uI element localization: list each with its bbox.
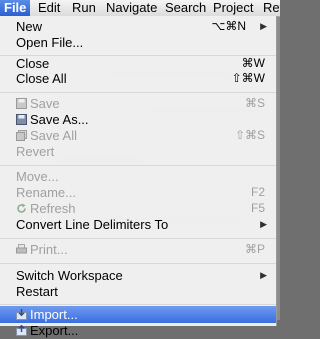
menu-item-close-all[interactable]: Close All ⇧⌘W xyxy=(0,70,276,87)
menu-item-convert-line-delimiters[interactable]: Convert Line Delimiters To ▶ xyxy=(0,216,276,233)
menu-item-switch-workspace[interactable]: Switch Workspace ▶ xyxy=(0,267,276,284)
menu-item-label: Switch Workspace xyxy=(16,268,123,283)
menu-item-label: Save xyxy=(30,96,60,111)
menu-item-export[interactable]: Export... xyxy=(0,322,276,339)
menu-item-save-as[interactable]: Save As... xyxy=(0,111,276,128)
menu-item-save-all[interactable]: Save All ⇧⌘S xyxy=(0,127,276,144)
menu-item-label: Refresh xyxy=(30,201,76,216)
menu-item-new[interactable]: New ⌥⌘N ▶ xyxy=(0,18,276,35)
menu-item-label: Restart xyxy=(16,284,58,299)
menu-item-label: Move... xyxy=(16,169,59,184)
menu-project[interactable]: Project xyxy=(213,0,253,16)
menu-item-move[interactable]: Move... xyxy=(0,168,276,185)
floppy-disks-icon xyxy=(16,130,27,141)
menu-separator xyxy=(0,165,276,166)
menu-separator xyxy=(0,304,276,305)
file-menu-dropdown: New ⌥⌘N ▶ Open File... Close ⌘W Close Al… xyxy=(0,16,277,338)
menu-file[interactable]: File xyxy=(0,0,31,16)
floppy-disk-icon xyxy=(16,114,27,125)
menu-item-label: Revert xyxy=(16,144,55,159)
refresh-icon xyxy=(17,203,26,213)
menu-item-revert[interactable]: Revert xyxy=(0,143,276,160)
menu-search[interactable]: Search xyxy=(165,0,206,16)
menu-item-shortcut: ⌘S xyxy=(244,96,265,110)
menu-item-shortcut: ⌥⌘N xyxy=(211,19,247,33)
menu-edit[interactable]: Edit xyxy=(38,0,60,16)
menu-refactor[interactable]: Ref xyxy=(263,0,280,16)
menu-item-refresh[interactable]: Refresh F5 xyxy=(0,200,276,217)
menu-item-label: Save All xyxy=(30,128,77,143)
menu-item-label: Print... xyxy=(30,242,68,257)
menu-item-shortcut: F2 xyxy=(250,185,265,199)
menu-item-shortcut: F5 xyxy=(250,201,265,215)
menu-item-shortcut: ⌘P xyxy=(244,242,265,256)
menu-separator xyxy=(0,92,276,93)
menu-item-import[interactable]: Import... xyxy=(0,306,276,323)
menu-bar: File Edit Run Navigate Search Project Re… xyxy=(0,0,280,17)
menu-item-label: Save As... xyxy=(30,112,89,127)
menu-item-print[interactable]: Print... ⌘P xyxy=(0,241,276,258)
printer-icon xyxy=(16,244,27,254)
menu-item-label: New xyxy=(16,19,43,34)
triangle-right-icon: ▶ xyxy=(260,21,267,31)
menu-navigate[interactable]: Navigate xyxy=(106,0,157,16)
menu-item-label: Convert Line Delimiters To xyxy=(16,217,169,232)
triangle-right-icon: ▶ xyxy=(260,219,267,229)
triangle-right-icon: ▶ xyxy=(260,270,267,280)
export-icon xyxy=(16,325,27,336)
menu-separator xyxy=(0,263,276,264)
menu-item-label: Import... xyxy=(30,307,78,322)
menu-separator xyxy=(0,238,276,239)
menu-item-label: Close All xyxy=(16,71,67,86)
import-icon xyxy=(16,309,27,320)
menu-item-rename[interactable]: Rename... F2 xyxy=(0,184,276,201)
menu-item-save[interactable]: Save ⌘S xyxy=(0,95,276,112)
menu-item-label: Rename... xyxy=(16,185,76,200)
menu-run[interactable]: Run xyxy=(72,0,96,16)
menu-item-shortcut: ⇧⌘S xyxy=(234,128,265,142)
menu-item-shortcut: ⇧⌘W xyxy=(231,71,265,85)
menu-item-open-file[interactable]: Open File... xyxy=(0,34,276,51)
menu-item-label: Open File... xyxy=(16,35,84,50)
menu-item-label: Export... xyxy=(30,323,79,338)
floppy-disk-icon xyxy=(16,98,27,109)
menu-item-restart[interactable]: Restart xyxy=(0,283,276,300)
